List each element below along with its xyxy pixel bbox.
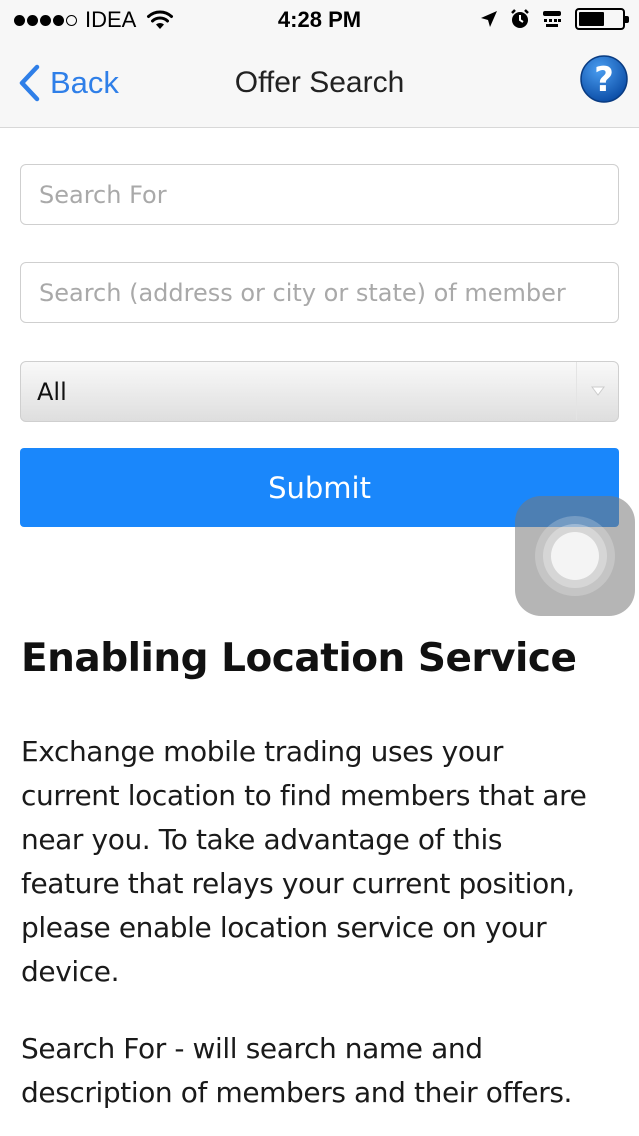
- battery-fill: [579, 12, 605, 26]
- location-search-input[interactable]: [21, 263, 618, 322]
- info-paragraph-location: Exchange mobile trading uses your curren…: [21, 735, 587, 988]
- help-glyph: ?: [594, 60, 614, 100]
- status-right: [469, 8, 629, 30]
- location-arrow-icon: [481, 11, 497, 27]
- status-bar: IDEA 4:28 PM: [0, 0, 639, 40]
- chevron-down-icon: [590, 386, 605, 396]
- category-select[interactable]: All: [20, 361, 619, 422]
- assistive-touch-button[interactable]: [515, 496, 635, 616]
- category-selected-value: All: [37, 377, 67, 406]
- alarm-icon: [511, 9, 529, 28]
- info-heading: Enabling Location Service: [21, 636, 577, 681]
- search-for-field[interactable]: [20, 164, 619, 225]
- location-search-field[interactable]: [20, 262, 619, 323]
- help-icon[interactable]: ?: [579, 54, 629, 104]
- search-for-input[interactable]: [21, 165, 618, 224]
- navigation-bar: Back Offer Search ?: [0, 40, 639, 128]
- dropdown-arrow: [576, 362, 618, 420]
- battery-icon: [575, 8, 629, 30]
- back-button[interactable]: Back: [18, 64, 119, 102]
- back-label: Back: [50, 65, 119, 100]
- chevron-left-icon: [19, 64, 40, 102]
- tty-icon: [543, 11, 561, 27]
- info-paragraph-search: Search For - will search name and descri…: [21, 1032, 573, 1109]
